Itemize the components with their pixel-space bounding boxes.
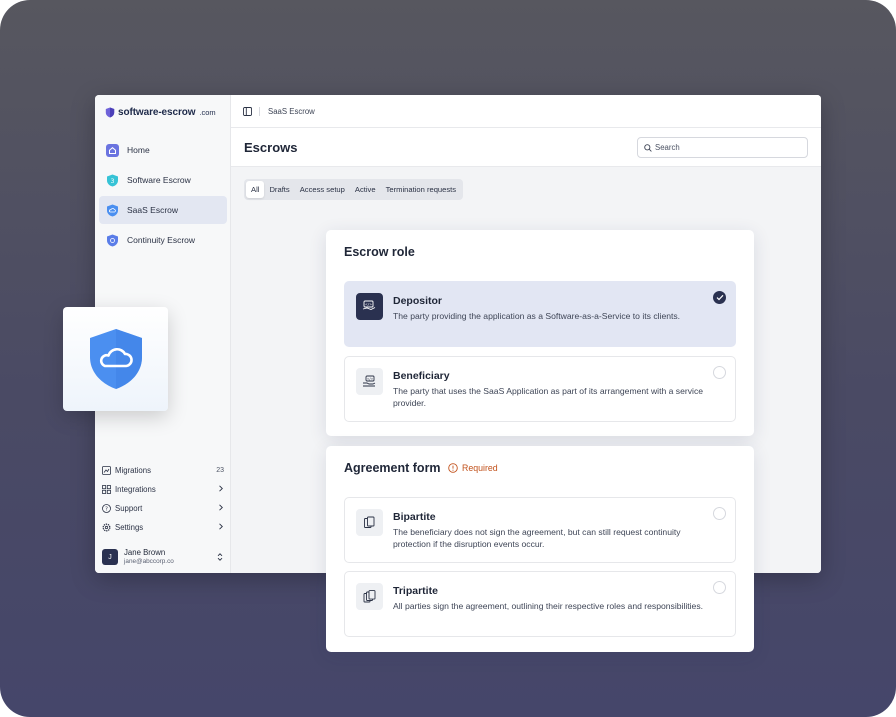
tab-drafts[interactable]: Drafts [264,181,294,198]
option-tripartite[interactable]: Tripartite All parties sign the agreemen… [344,571,736,637]
escrow-role-card: Escrow role </> Depositor The party prov… [326,230,754,436]
option-description: The party providing the application as a… [393,311,681,321]
brand-name: software-escrow [118,107,196,118]
breadcrumb[interactable]: SaaS Escrow [268,107,315,116]
option-depositor[interactable]: </> Depositor The party providing the ap… [344,281,736,347]
option-title: Beneficiary [393,370,450,382]
support-label: Support [115,504,143,513]
tab-all[interactable]: All [246,181,265,198]
user-email: jane@abccorp.co [124,557,174,565]
cloud-shield-icon [89,329,142,389]
option-bipartite[interactable]: Bipartite The beneficiary does not sign … [344,497,736,563]
documents-icon [356,509,383,536]
avatar: J [102,549,118,565]
brand-tld: .com [199,108,216,117]
migrations-label: Migrations [115,466,151,475]
software-shield-icon: 3 [106,174,119,187]
sidebar-item-support[interactable]: ? Support [102,499,224,518]
logo-shield-icon [105,107,115,118]
beneficiary-icon: </> [356,368,383,395]
option-description: All parties sign the agreement, outlinin… [393,601,704,611]
required-badge: Required [448,463,498,473]
brand-logo[interactable]: software-escrow .com [105,107,216,118]
migrations-icon [102,466,111,475]
sidebar-item-home[interactable]: Home [99,136,227,164]
sidebar-item-continuity-escrow[interactable]: Continuity Escrow [99,226,227,254]
search-input[interactable] [655,143,795,152]
grid-icon [102,485,111,494]
search-box[interactable] [637,137,808,158]
status-tabs: All Drafts Access setup Active Terminati… [244,179,464,200]
user-name: Jane Brown [124,548,166,558]
sidebar-item-label: Software Escrow [127,175,191,185]
svg-text:</>: </> [365,303,372,307]
option-title: Depositor [393,295,443,307]
sidebar-item-label: Home [127,145,150,155]
radio-unchecked-icon[interactable] [713,366,726,379]
continuity-shield-icon [106,234,119,247]
tab-active[interactable]: Active [350,181,381,198]
sidebar-item-saas-escrow[interactable]: SaaS Escrow [99,196,227,224]
sidebar-bottom-nav: Migrations 23 Integrations ? Support Set… [102,461,224,537]
svg-text:?: ? [105,507,108,513]
gear-icon [102,523,111,532]
option-description: The party that uses the SaaS Application… [393,386,704,408]
svg-text:3: 3 [111,178,115,185]
sidebar-nav: Home 3 Software Escrow SaaS Escrow Conti… [99,136,227,256]
svg-text:</>: </> [367,377,373,381]
settings-label: Settings [115,523,144,532]
option-description: The beneficiary does not sign the agreem… [393,527,681,549]
escrow-role-title: Escrow role [344,245,415,259]
radio-checked-icon[interactable] [713,291,726,304]
sidebar-item-label: SaaS Escrow [127,205,179,215]
sidebar-item-integrations[interactable]: Integrations [102,480,224,499]
migrations-count-badge: 23 [216,467,224,474]
tab-termination-requests[interactable]: Termination requests [381,181,462,198]
sidebar-item-label: Continuity Escrow [127,235,196,245]
home-icon [106,143,119,157]
tab-access-setup[interactable]: Access setup [295,181,350,198]
user-menu[interactable]: J Jane Brown jane@abccorp.co [102,546,224,568]
help-icon: ? [102,504,111,513]
depositor-icon: </> [356,293,383,320]
page-title: Escrows [244,140,298,155]
agreement-form-card: Agreement form Required Bipartite The be… [326,446,754,652]
chevron-right-icon [218,523,224,532]
option-title: Tripartite [393,585,438,597]
sidebar-toggle-icon[interactable] [243,106,252,116]
alert-circle-icon [448,463,458,473]
radio-unchecked-icon[interactable] [713,581,726,594]
radio-unchecked-icon[interactable] [713,507,726,520]
stacked-documents-icon [356,583,383,610]
breadcrumb-divider [259,106,260,116]
cloud-shield-icon [106,204,119,217]
top-bar: SaaS Escrow [231,95,821,128]
sidebar-item-settings[interactable]: Settings [102,518,224,537]
chevron-up-down-icon [217,553,223,561]
agreement-form-title: Agreement form [344,461,441,475]
user-info: Jane Brown jane@abccorp.co [124,549,216,565]
option-title: Bipartite [393,511,436,523]
sidebar-item-migrations[interactable]: Migrations 23 [102,461,224,480]
chevron-right-icon [218,485,224,494]
integrations-label: Integrations [115,485,156,494]
page-header: Escrows [231,128,821,167]
search-icon [644,143,652,152]
sidebar-item-software-escrow[interactable]: 3 Software Escrow [99,166,227,194]
required-label: Required [462,463,498,473]
saas-shield-tile [63,307,168,411]
option-beneficiary[interactable]: </> Beneficiary The party that uses the … [344,356,736,422]
chevron-right-icon [218,504,224,513]
